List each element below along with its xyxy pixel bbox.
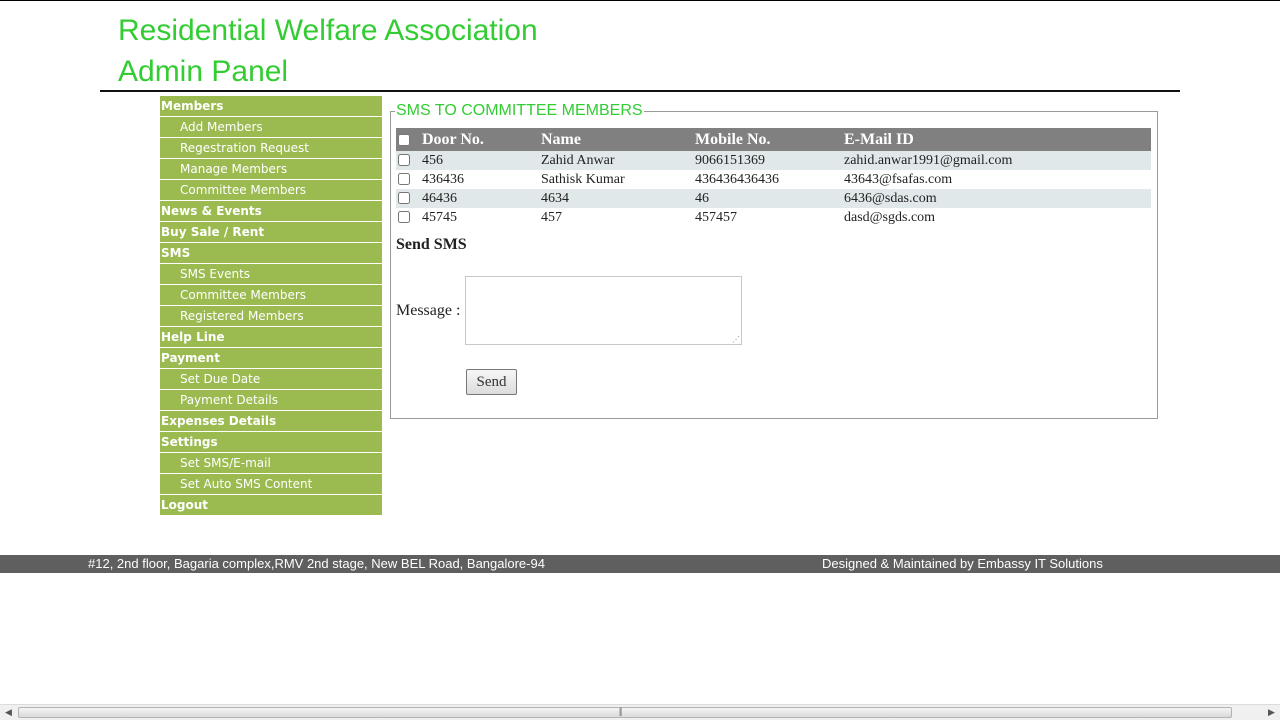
cell-mobile-no: 457457 <box>695 208 844 227</box>
sidebar-item-set-sms-e-mail[interactable]: Set SMS/E-mail <box>160 453 382 474</box>
cell-email-id: zahid.anwar1991@gmail.com <box>844 151 1151 170</box>
cell-door-no: 436436 <box>422 170 541 189</box>
sidebar-item-add-members[interactable]: Add Members <box>160 117 382 138</box>
sidebar-item-sms-events[interactable]: SMS Events <box>160 264 382 285</box>
sidebar-item-regestration-request[interactable]: Regestration Request <box>160 138 382 159</box>
panel-title: Admin Panel <box>118 55 289 88</box>
fieldset-legend: SMS TO COMMITTEE MEMBERS <box>395 101 644 121</box>
column-header-email: E-Mail ID <box>844 128 1151 151</box>
cell-mobile-no: 46 <box>695 189 844 208</box>
cell-name: 4634 <box>541 189 695 208</box>
sidebar-item-payment-details[interactable]: Payment Details <box>160 390 382 411</box>
cell-name: Sathisk Kumar <box>541 170 695 189</box>
scrollbar-thumb[interactable]: ||| <box>18 706 1232 718</box>
committee-members-table: Door No. Name Mobile No. E-Mail ID 456 Za… <box>396 128 1151 227</box>
cell-email-id: dasd@sgds.com <box>844 208 1151 227</box>
table-header-row: Door No. Name Mobile No. E-Mail ID <box>396 128 1151 151</box>
scroll-left-icon[interactable]: ◀ <box>0 705 17 720</box>
column-header-door: Door No. <box>422 128 541 151</box>
table-row: 456 Zahid Anwar 9066151369 zahid.anwar1991@… <box>396 151 1151 170</box>
sidebar-item-sms[interactable]: SMS <box>160 243 382 264</box>
sidebar-item-expenses-details[interactable]: Expenses Details <box>160 411 382 432</box>
sidebar-item-settings[interactable]: Settings <box>160 432 382 453</box>
cell-door-no: 456 <box>422 151 541 170</box>
resize-grip-icon[interactable]: ⋰ <box>732 336 740 344</box>
table-row: 436436 Sathisk Kumar 436436436436 43643@fsa… <box>396 170 1151 189</box>
scroll-grip-icon: ||| <box>619 706 623 716</box>
sidebar-item-logout[interactable]: Logout <box>160 495 382 516</box>
scroll-right-icon[interactable]: ▶ <box>1263 705 1280 720</box>
page-top-border <box>0 0 1280 1</box>
header-divider <box>100 90 1180 92</box>
horizontal-scrollbar[interactable]: ◀ ||| ▶ <box>0 704 1280 720</box>
sidebar-item-buy-sale-rent[interactable]: Buy Sale / Rent <box>160 222 382 243</box>
cell-email-id: 6436@sdas.com <box>844 189 1151 208</box>
site-title: Residential Welfare Association <box>118 14 538 47</box>
footer-credit: Designed & Maintained by Embassy IT Solu… <box>822 556 1103 571</box>
sidebar-item-set-due-date[interactable]: Set Due Date <box>160 369 382 390</box>
cell-mobile-no: 436436436436 <box>695 170 844 189</box>
sidebar-item-news-events[interactable]: News & Events <box>160 201 382 222</box>
footer-address: #12, 2nd floor, Bagaria complex,RMV 2nd … <box>88 556 545 571</box>
sidebar-item-payment[interactable]: Payment <box>160 348 382 369</box>
cell-name: Zahid Anwar <box>541 151 695 170</box>
site-header: Residential Welfare Association Admin Pa… <box>118 10 538 92</box>
cell-door-no: 45745 <box>422 208 541 227</box>
sidebar-item-committee-members[interactable]: Committee Members <box>160 285 382 306</box>
send-button[interactable]: Send <box>466 369 517 395</box>
sidebar-menu: Members Add Members Regestration Request Ma… <box>160 96 382 516</box>
message-textarea[interactable] <box>465 276 742 345</box>
sidebar-item-members[interactable]: Members <box>160 96 382 117</box>
table-row: 46436 4634 46 6436@sdas.com <box>396 189 1151 208</box>
row-checkbox[interactable] <box>398 173 410 186</box>
row-checkbox[interactable] <box>398 192 410 205</box>
row-checkbox[interactable] <box>398 154 410 167</box>
column-header-mobile: Mobile No. <box>695 128 844 151</box>
cell-mobile-no: 9066151369 <box>695 151 844 170</box>
message-label: Message : <box>396 302 461 319</box>
sidebar-item-manage-members[interactable]: Manage Members <box>160 159 382 180</box>
row-checkbox[interactable] <box>398 211 410 224</box>
column-header-name: Name <box>541 128 695 151</box>
sidebar-item-registered-members[interactable]: Registered Members <box>160 306 382 327</box>
sidebar-item-help-line[interactable]: Help Line <box>160 327 382 348</box>
table-row: 45745 457 457457 dasd@sgds.com <box>396 208 1151 227</box>
cell-name: 457 <box>541 208 695 227</box>
footer: #12, 2nd floor, Bagaria complex,RMV 2nd … <box>0 555 1280 573</box>
sidebar-item-set-auto-sms-content[interactable]: Set Auto SMS Content <box>160 474 382 495</box>
cell-email-id: 43643@fsafas.com <box>844 170 1151 189</box>
send-sms-heading: Send SMS <box>396 236 467 253</box>
cell-door-no: 46436 <box>422 189 541 208</box>
sidebar-item-committee-members[interactable]: Committee Members <box>160 180 382 201</box>
select-all-checkbox[interactable] <box>398 133 410 146</box>
